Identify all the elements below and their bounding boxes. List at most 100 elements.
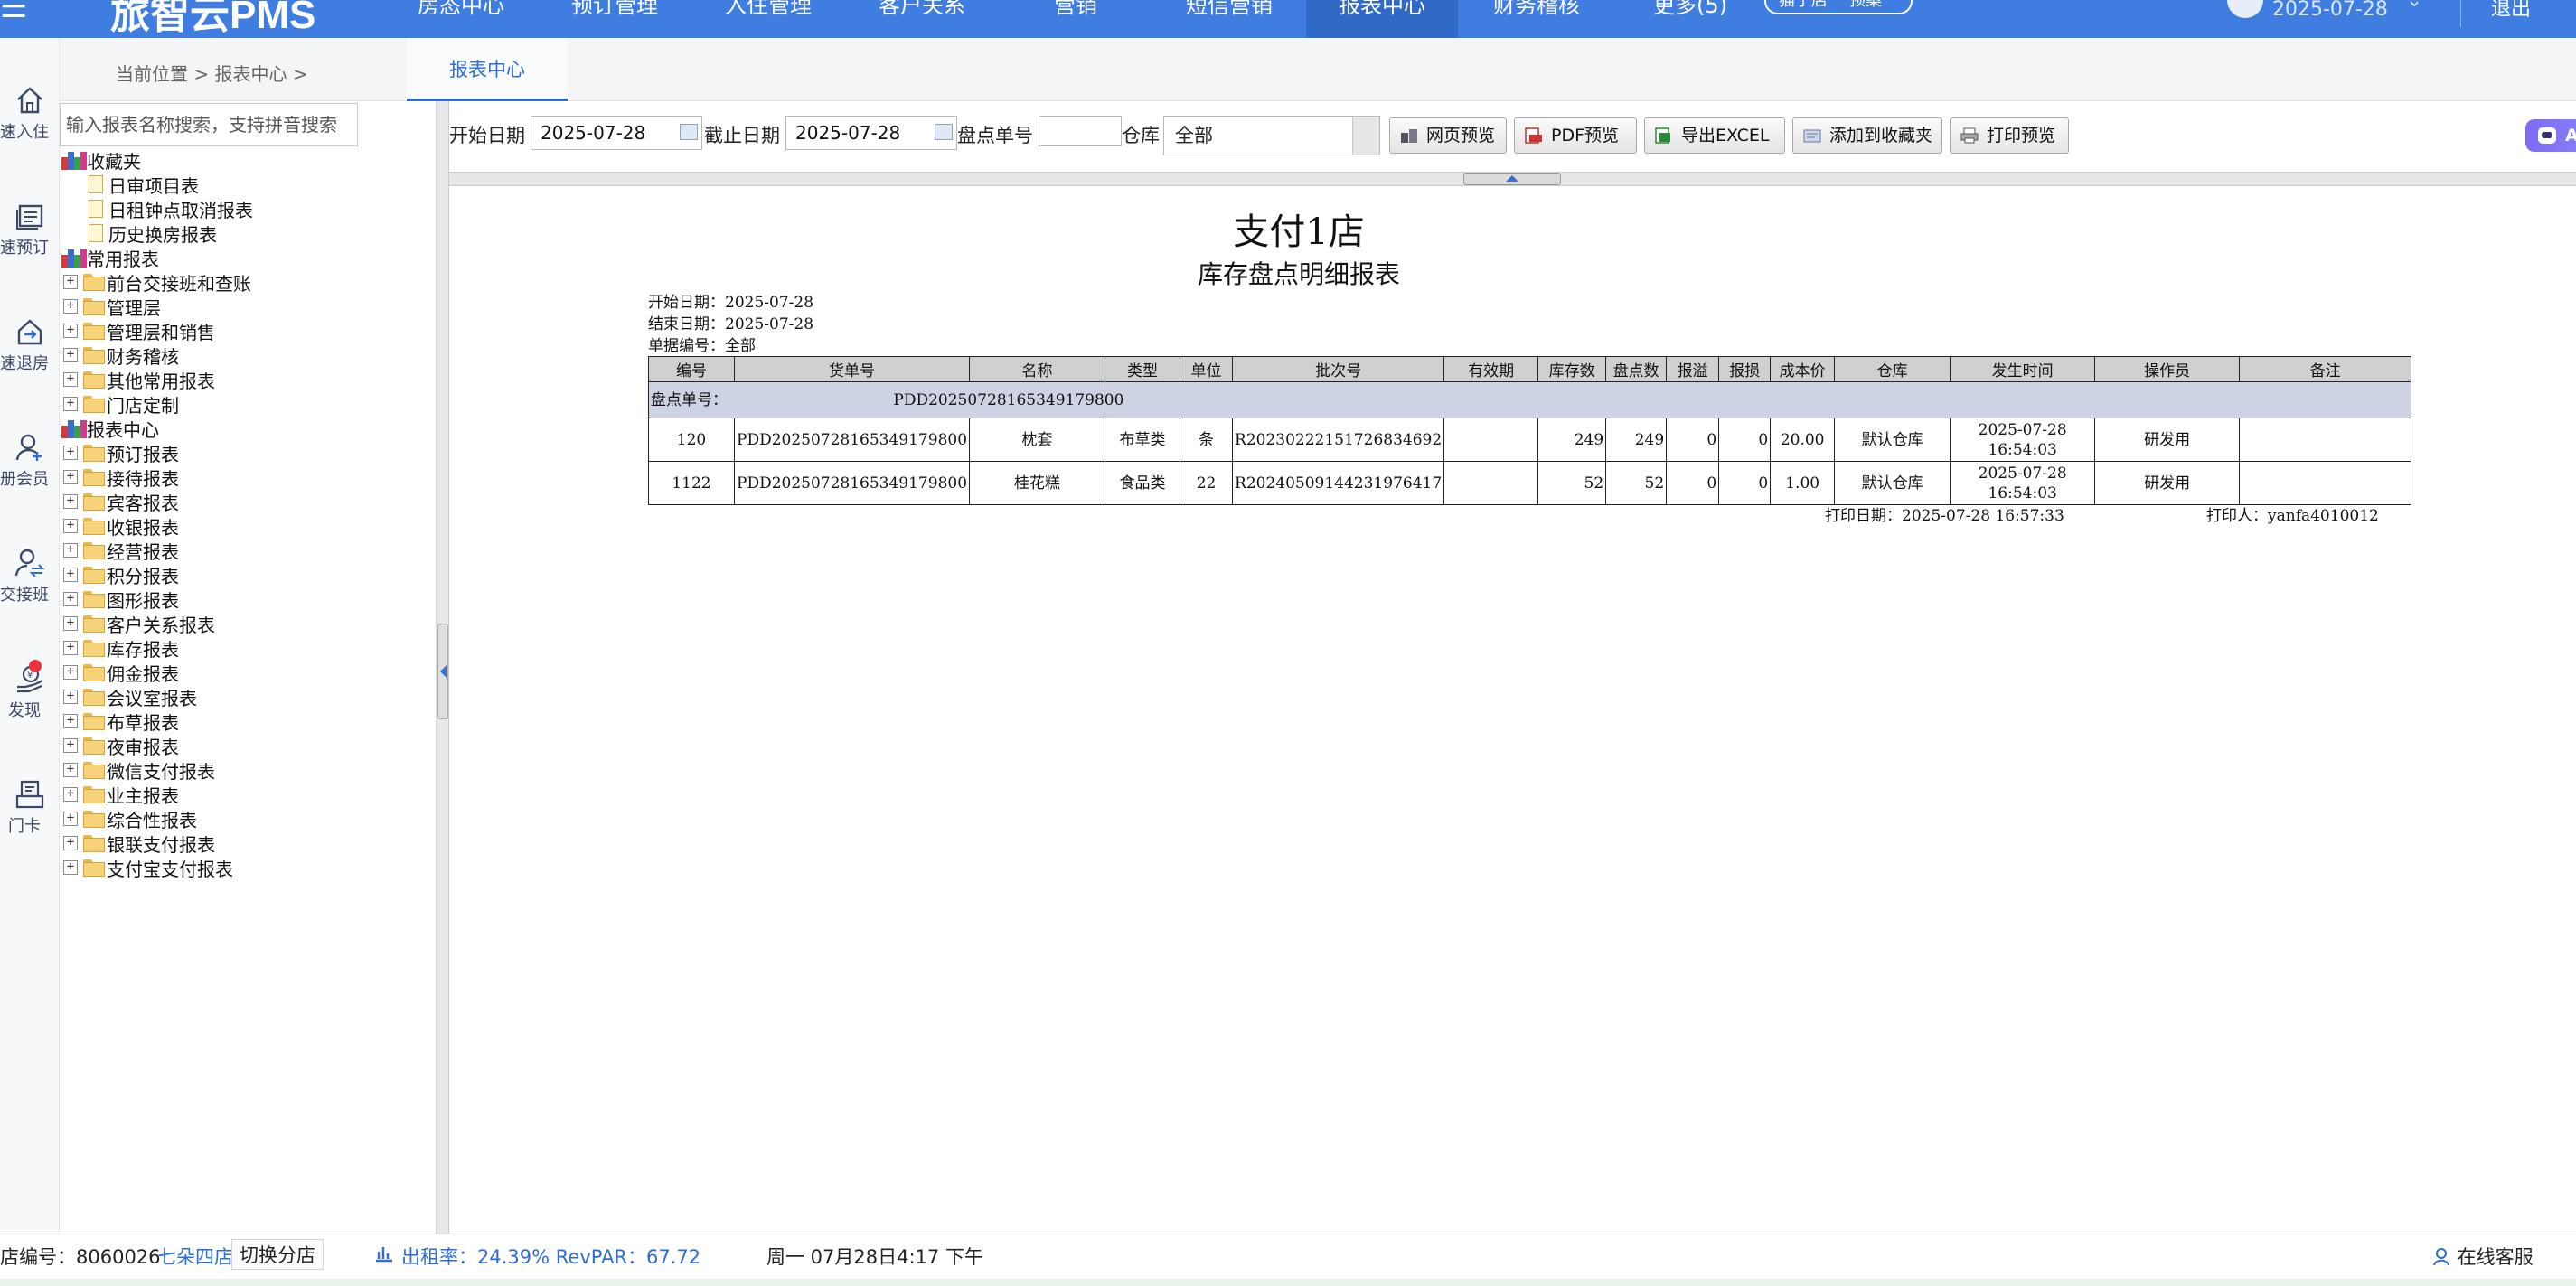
tree-node[interactable]: + 管理层: [63, 295, 161, 319]
tree-node[interactable]: + 微信支付报表: [63, 758, 215, 783]
nav-reservation[interactable]: 预订管理: [560, 0, 669, 38]
col-header: 批次号: [1232, 356, 1445, 382]
expand-icon[interactable]: +: [63, 714, 78, 728]
tree-node[interactable]: + 会议室报表: [63, 685, 197, 709]
nav-marketing[interactable]: 营销: [1021, 0, 1130, 38]
cell-operator: 研发用: [2094, 461, 2241, 505]
tree-node[interactable]: + 银联支付报表: [63, 831, 215, 856]
avatar[interactable]: [2227, 0, 2263, 18]
tree-node[interactable]: + 佣金报表: [63, 661, 179, 685]
print-preview-button[interactable]: 打印预览: [1950, 117, 2069, 154]
expand-icon[interactable]: +: [63, 543, 78, 558]
quick-shift-button[interactable]: 交接班: [0, 548, 60, 605]
tree-node[interactable]: + 布草报表: [63, 709, 179, 734]
nav-reports[interactable]: 报表中心: [1306, 0, 1458, 38]
expand-icon[interactable]: +: [63, 641, 78, 655]
tree-node[interactable]: + 图形报表: [63, 587, 179, 612]
tree-node[interactable]: 历史换房报表: [85, 221, 217, 246]
folder-icon: [83, 762, 105, 779]
tree-node[interactable]: 日审项目表: [85, 173, 199, 197]
collapse-left-handle[interactable]: [437, 624, 448, 719]
tree-node[interactable]: + 收银报表: [63, 514, 179, 539]
tree-root-node[interactable]: 报表中心: [61, 417, 159, 441]
nav-sms[interactable]: 短信营销: [1175, 0, 1283, 38]
expand-icon[interactable]: +: [63, 836, 78, 850]
end-date-field[interactable]: 2025-07-28: [785, 116, 957, 150]
online-service-button[interactable]: 在线客服: [2431, 1243, 2534, 1270]
tree-node[interactable]: + 业主报表: [63, 783, 179, 807]
calendar-icon[interactable]: [935, 124, 953, 140]
calendar-icon[interactable]: [680, 124, 698, 140]
nav-more[interactable]: 更多(5): [1636, 0, 1744, 38]
expand-icon[interactable]: +: [63, 275, 78, 289]
switch-store-button[interactable]: 切换分店: [231, 1239, 324, 1270]
store-name-link[interactable]: 七朵四店: [157, 1243, 233, 1270]
tree-node[interactable]: + 财务稽核: [63, 343, 179, 368]
hamburger-menu-icon[interactable]: ☰: [0, 0, 36, 25]
tree-node[interactable]: + 管理层和销售: [63, 319, 215, 343]
expand-icon[interactable]: +: [63, 324, 78, 338]
tree-root-node[interactable]: 常用报表: [61, 246, 159, 270]
tree-node[interactable]: + 库存报表: [63, 636, 179, 661]
shift-toggle[interactable]: 猫子店 预案: [1764, 0, 1913, 14]
expand-icon[interactable]: +: [63, 763, 78, 777]
tree-node[interactable]: + 积分报表: [63, 563, 179, 587]
quick-checkout-button[interactable]: 速退房: [0, 316, 60, 374]
expand-icon[interactable]: +: [63, 860, 78, 875]
add-favorite-button[interactable]: 添加到收藏夹: [1792, 117, 1942, 154]
expand-icon[interactable]: +: [63, 592, 78, 606]
expand-icon[interactable]: +: [63, 690, 78, 704]
report-search-input[interactable]: [60, 103, 358, 146]
web-preview-button[interactable]: 网页预览: [1389, 117, 1507, 154]
tree-node[interactable]: + 预订报表: [63, 441, 179, 465]
tree-node[interactable]: + 客户关系报表: [63, 612, 215, 636]
pdf-preview-button[interactable]: PDF预览: [1514, 117, 1637, 154]
expand-icon[interactable]: +: [63, 494, 78, 509]
cell-time: 2025-07-28 16:54:03: [1950, 418, 2096, 462]
tree-node[interactable]: + 支付宝支付报表: [63, 856, 233, 880]
expand-icon[interactable]: +: [63, 616, 78, 631]
tree-node[interactable]: + 经营报表: [63, 539, 179, 563]
tree-node[interactable]: + 前台交接班和查账: [63, 270, 251, 295]
chevron-down-icon[interactable]: ⌄: [2406, 0, 2422, 12]
expand-icon[interactable]: +: [63, 446, 78, 460]
export-excel-button[interactable]: 导出EXCEL: [1644, 117, 1785, 154]
expand-icon[interactable]: +: [63, 665, 78, 680]
quick-reserve-button[interactable]: 速预订: [0, 201, 60, 258]
logout-button[interactable]: 退出: [2491, 0, 2531, 22]
expand-icon[interactable]: +: [63, 299, 78, 314]
order-number-input[interactable]: [1039, 116, 1122, 146]
tree-node[interactable]: + 门店定制: [63, 392, 179, 417]
expand-icon[interactable]: +: [63, 738, 78, 753]
nav-checkin[interactable]: 入住管理: [714, 0, 823, 38]
tree-node[interactable]: + 夜审报表: [63, 734, 179, 758]
quick-discover-button[interactable]: ¥ 发现: [0, 660, 60, 721]
ai-analysis-button[interactable]: AI分析: [2525, 119, 2576, 152]
expand-icon[interactable]: +: [63, 787, 78, 802]
nav-room-status[interactable]: 房态中心: [407, 0, 515, 38]
tree-node[interactable]: 日租钟点取消报表: [85, 197, 253, 221]
quick-checkin-button[interactable]: 速入住: [0, 85, 60, 143]
tree-node[interactable]: + 其他常用报表: [63, 368, 215, 392]
quick-member-button[interactable]: 册会员: [0, 432, 60, 490]
collapse-up-handle[interactable]: [1463, 173, 1561, 185]
panel-splitter[interactable]: [437, 101, 449, 1234]
tree-node[interactable]: + 接待报表: [63, 465, 179, 490]
tab-report-center[interactable]: 报表中心: [407, 38, 568, 101]
tree-node[interactable]: + 综合性报表: [63, 807, 197, 831]
expand-icon[interactable]: +: [63, 519, 78, 533]
expand-icon[interactable]: +: [63, 397, 78, 411]
quick-card-button[interactable]: 门卡: [0, 779, 60, 837]
expand-icon[interactable]: +: [63, 348, 78, 362]
tree-root-node[interactable]: 收藏夹: [61, 148, 141, 173]
nav-finance[interactable]: 财务稽核: [1482, 0, 1591, 38]
warehouse-select[interactable]: 全部: [1163, 116, 1380, 155]
expand-icon[interactable]: +: [63, 470, 78, 484]
expand-icon[interactable]: +: [63, 372, 78, 387]
start-date-field[interactable]: 2025-07-28: [531, 116, 702, 150]
tree-node[interactable]: + 宾客报表: [63, 490, 179, 514]
expand-icon[interactable]: +: [63, 568, 78, 582]
nav-customer[interactable]: 客户关系: [868, 0, 976, 38]
expand-icon[interactable]: +: [63, 812, 78, 826]
svg-text:¥: ¥: [27, 671, 33, 681]
